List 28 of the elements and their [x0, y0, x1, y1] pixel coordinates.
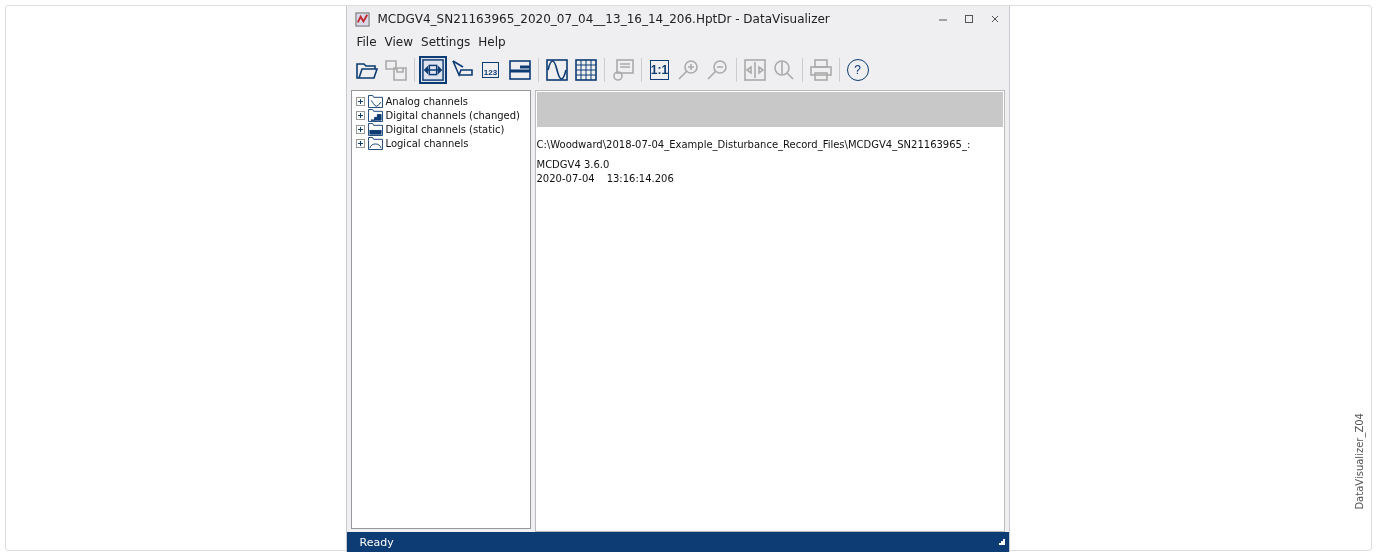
- expand-icon[interactable]: [355, 138, 365, 148]
- menu-item[interactable]: File: [356, 35, 377, 49]
- status-text: Ready: [359, 535, 394, 549]
- expand-icon[interactable]: [355, 96, 365, 106]
- analog-channel-icon: [367, 94, 383, 108]
- device-version: MCDGV4 3.6.0: [536, 158, 611, 172]
- app-icon: [354, 11, 370, 27]
- expand-icon[interactable]: [355, 110, 365, 120]
- record-date: 2020-07-04: [536, 173, 595, 184]
- menu-item[interactable]: View: [384, 35, 414, 49]
- logical-channel-icon: [367, 136, 383, 150]
- menu-item[interactable]: Help: [478, 35, 506, 49]
- tree-item[interactable]: Logical channels: [385, 137, 469, 149]
- tree-item[interactable]: Digital channels (static): [385, 123, 505, 135]
- fit-tool-button[interactable]: [418, 56, 447, 84]
- file-path: C:\Woodward\2018-07-04_Example_Disturbance_Record_Files\MCDGV4_SN21163965_:: [536, 138, 972, 152]
- maximize-icon[interactable]: [962, 13, 975, 25]
- resize-grip-icon[interactable]: [998, 539, 1005, 545]
- changed-channel-icon: [367, 108, 383, 122]
- tree-item[interactable]: Analog channels: [385, 95, 468, 107]
- tree-item[interactable]: Digital channels (changed): [385, 109, 521, 121]
- window-title: MCDGV4_SN21163965_2020_07_04__13_16_14_206.HptDr - DataVisualizer: [377, 12, 831, 26]
- numbers-tool-button[interactable]: 123: [476, 56, 505, 84]
- static-channel-icon: [367, 122, 383, 136]
- record-time: 13:16:14.206: [606, 173, 674, 184]
- menu-item[interactable]: Settings: [421, 35, 471, 49]
- figure-id: DataVisualizer_Z04: [1354, 413, 1365, 510]
- expand-icon[interactable]: [355, 124, 365, 134]
